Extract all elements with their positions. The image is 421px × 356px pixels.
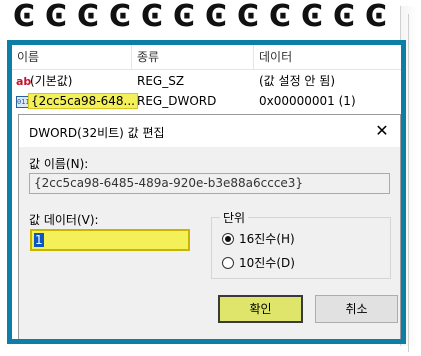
column-header-data[interactable]: 데이터 xyxy=(254,45,401,69)
spiral-ring-icon: Ͼ xyxy=(364,0,388,34)
registry-value-type: REG_SZ xyxy=(137,74,185,88)
value-name-label: 값 이름(N): xyxy=(29,157,89,171)
spiral-ring-icon: Ͼ xyxy=(172,0,196,34)
registry-row[interactable]: ab(기본값) REG_SZ (값 설정 안 됨) xyxy=(12,71,401,91)
cancel-button[interactable]: 취소 xyxy=(315,295,398,323)
registry-row-selected[interactable]: 011{2cc5ca98-648... REG_DWORD 0x00000001… xyxy=(12,91,401,111)
binary-value-icon: 011 xyxy=(16,95,30,108)
value-data-text: 1 xyxy=(34,233,44,247)
close-icon[interactable]: ✕ xyxy=(370,119,394,143)
value-data-label: 값 데이터(V): xyxy=(29,213,99,227)
registry-row-name-cell: ab(기본값) xyxy=(16,71,72,91)
registry-value-name: {2cc5ca98-648... xyxy=(28,93,138,109)
screenshot-frame: 이름 종류 데이터 ab(기본값) REG_SZ (값 설정 안 됨) 011{… xyxy=(7,40,406,344)
registry-value-data: (값 설정 안 됨) xyxy=(259,74,336,88)
radio-button-unchecked[interactable] xyxy=(222,257,234,269)
spiral-ring-icon: Ͼ xyxy=(268,0,292,34)
base-group: 단위 16진수(H) 10진수(D) xyxy=(211,209,391,279)
radio-hex[interactable]: 16진수(H) xyxy=(222,231,295,247)
radio-button-checked[interactable] xyxy=(222,233,234,245)
dialog-titlebar[interactable]: DWORD(32비트) 값 편집 ✕ xyxy=(19,115,400,147)
spiral-ring-icon: Ͼ xyxy=(108,0,132,34)
dialog-title: DWORD(32비트) 값 편집 xyxy=(29,126,165,140)
registry-value-data: 0x00000001 (1) xyxy=(259,94,356,108)
spiral-ring-icon: Ͼ xyxy=(44,0,68,34)
radio-hex-label: 16진수(H) xyxy=(239,232,295,246)
registry-value-name: (기본값) xyxy=(30,74,73,88)
edit-dword-dialog: DWORD(32비트) 값 편집 ✕ 값 이름(N): {2cc5ca98-64… xyxy=(18,114,401,339)
base-group-label: 단위 xyxy=(220,209,249,226)
column-header-name[interactable]: 이름 xyxy=(12,45,132,69)
value-data-input[interactable]: 1 xyxy=(30,229,190,251)
radio-decimal-label: 10진수(D) xyxy=(239,256,295,270)
registry-list-header: 이름 종류 데이터 xyxy=(12,45,401,70)
ok-button[interactable]: 확인 xyxy=(218,295,303,323)
spiral-binding: Ͼ Ͼ Ͼ Ͼ Ͼ Ͼ Ͼ Ͼ Ͼ Ͼ Ͼ Ͼ xyxy=(8,0,408,34)
spiral-ring-icon: Ͼ xyxy=(204,0,228,34)
value-name-field: {2cc5ca98-6485-489a-920e-b3e88a6ccce3} xyxy=(29,173,390,194)
spiral-ring-icon: Ͼ xyxy=(76,0,100,34)
column-header-type[interactable]: 종류 xyxy=(132,45,254,69)
string-value-icon: ab xyxy=(16,74,32,88)
registry-value-type: REG_DWORD xyxy=(137,94,217,108)
registry-row-name-cell: 011{2cc5ca98-648... xyxy=(16,91,138,111)
radio-decimal[interactable]: 10진수(D) xyxy=(222,255,295,271)
spiral-ring-icon: Ͼ xyxy=(300,0,324,34)
spiral-ring-icon: Ͼ xyxy=(236,0,260,34)
spiral-ring-icon: Ͼ xyxy=(140,0,164,34)
spiral-ring-icon: Ͼ xyxy=(12,0,36,34)
spiral-ring-icon: Ͼ xyxy=(332,0,356,34)
